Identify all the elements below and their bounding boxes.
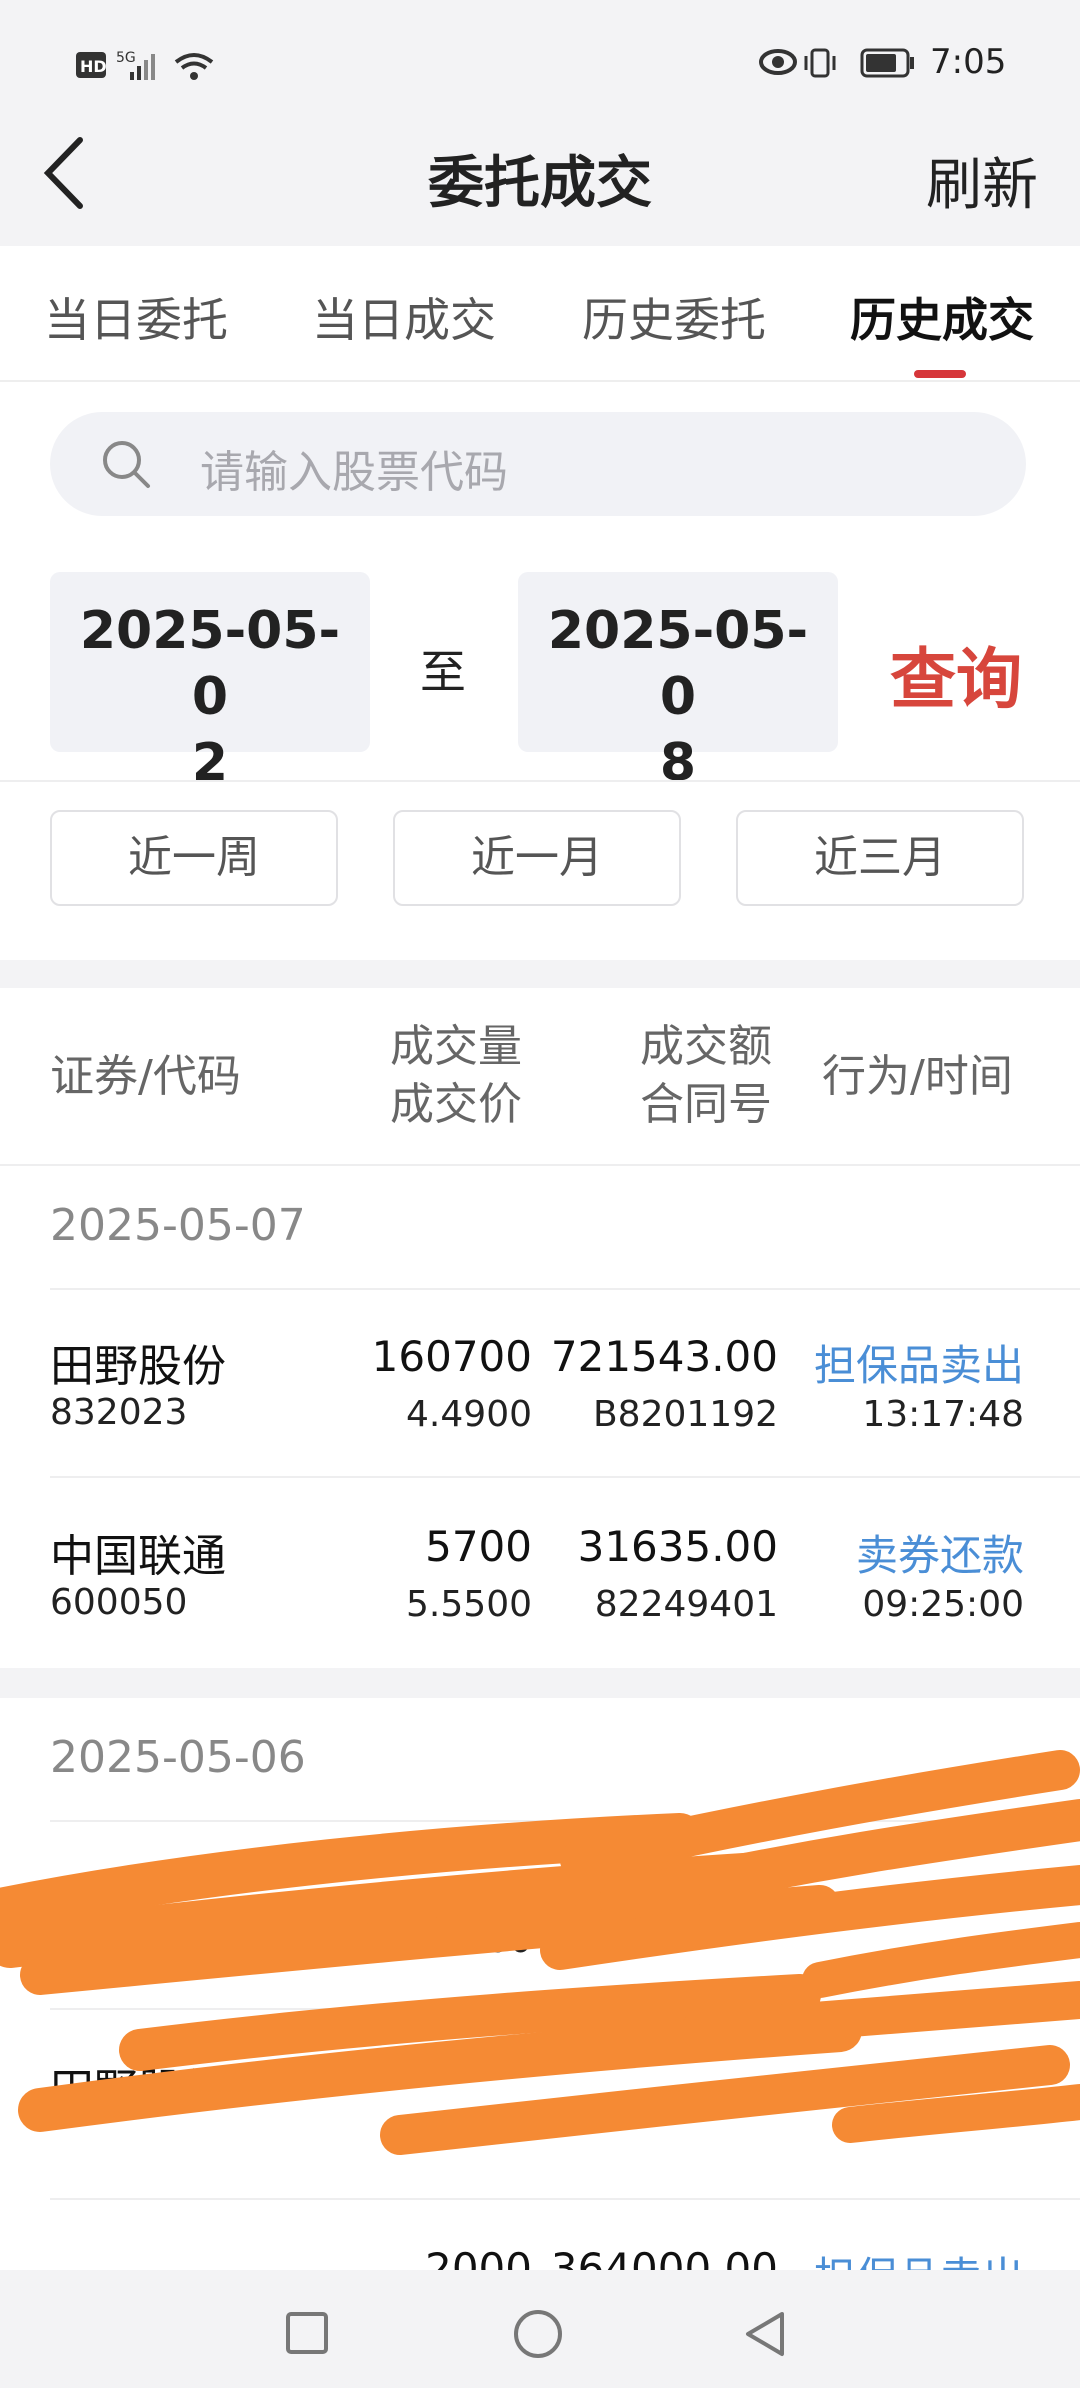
end-date-picker[interactable]: 2025-05-0 8 xyxy=(518,572,838,793)
trade-time: 09:25:00 xyxy=(862,1584,1024,1625)
header-volume: 成交量 xyxy=(390,1021,522,1072)
tab-history-trades[interactable]: 历史成交 xyxy=(850,284,1034,350)
quick-range-month-button[interactable]: 近一月 xyxy=(393,810,681,906)
start-date-line1: 2025-05-0 xyxy=(79,601,341,727)
section-gap xyxy=(0,1668,1080,1698)
security-code: 600050 xyxy=(50,1582,188,1623)
divider xyxy=(0,1164,1080,1166)
header-amount: 成交额 xyxy=(640,1021,772,1072)
date-range-separator: 至 xyxy=(420,645,466,699)
trade-amount: 31635.00 xyxy=(577,1522,778,1571)
home-icon[interactable] xyxy=(512,2308,564,2360)
trade-volume: 5700 xyxy=(425,1522,532,1571)
tab-today-trades[interactable]: 当日成交 xyxy=(312,284,496,350)
security-name: 中国联通 xyxy=(50,1531,226,1582)
stock-code-search-input[interactable]: 请输入股票代码 xyxy=(50,412,1026,516)
refresh-button[interactable]: 刷新 xyxy=(926,140,1038,221)
contract-number: 82249401 xyxy=(594,1584,778,1625)
quick-range-three-months-button[interactable]: 近三月 xyxy=(736,810,1024,906)
header-contract: 合同号 xyxy=(640,1079,772,1130)
start-date-picker[interactable]: 2025-05-0 2 xyxy=(50,572,370,793)
start-date-line2: 2 xyxy=(191,733,229,793)
security-name: 田野股份 xyxy=(50,1341,226,1392)
redaction-scribble xyxy=(0,1750,1080,2155)
eye-vibrate-battery-icons xyxy=(759,48,914,78)
svg-text:5G: 5G xyxy=(116,50,136,66)
group-date: 2025-05-07 xyxy=(50,1200,306,1251)
end-date-line1: 2025-05-0 xyxy=(547,601,809,727)
tab-bar: 当日委托 当日成交 历史委托 历史成交 xyxy=(0,246,1080,382)
header-security-code: 证券/代码 xyxy=(50,1051,241,1102)
quick-range-week-button[interactable]: 近一周 xyxy=(50,810,338,906)
svg-text:HD: HD xyxy=(80,57,107,76)
section-gap xyxy=(0,960,1080,988)
divider xyxy=(50,1288,1080,1290)
recent-apps-icon[interactable] xyxy=(284,2310,330,2356)
contract-number: B8201192 xyxy=(592,1394,778,1435)
divider xyxy=(0,780,1080,782)
hd-signal-wifi-icons: HD 5G xyxy=(76,50,214,80)
system-nav-bar xyxy=(0,2270,1080,2388)
status-time: 7:05 xyxy=(930,42,1007,82)
query-button[interactable]: 查询 xyxy=(890,626,1022,722)
header-action-time: 行为/时间 xyxy=(822,1051,1013,1102)
active-tab-indicator xyxy=(914,370,966,378)
end-date-line2: 8 xyxy=(659,733,697,793)
divider xyxy=(50,1476,1080,1478)
trade-volume: 160700 xyxy=(371,1332,532,1381)
trade-price: 5.5500 xyxy=(406,1584,532,1625)
status-bar: HD 5G 7:05 xyxy=(0,0,1080,120)
trade-amount: 721543.00 xyxy=(550,1332,778,1381)
tab-history-orders[interactable]: 历史委托 xyxy=(582,284,766,350)
trade-action: 担保品卖出 xyxy=(813,1341,1024,1390)
back-nav-icon[interactable] xyxy=(740,2308,790,2360)
search-icon xyxy=(103,441,150,488)
security-code: 832023 xyxy=(50,1392,188,1433)
divider xyxy=(50,2198,1080,2200)
search-placeholder: 请输入股票代码 xyxy=(200,447,508,498)
trade-action: 卖券还款 xyxy=(855,1531,1024,1580)
page-title: 委托成交 xyxy=(428,151,652,216)
tab-today-orders[interactable]: 当日委托 xyxy=(44,284,228,350)
header-price: 成交价 xyxy=(390,1079,522,1130)
trade-price: 4.4900 xyxy=(406,1394,532,1435)
trade-time: 13:17:48 xyxy=(862,1394,1024,1435)
